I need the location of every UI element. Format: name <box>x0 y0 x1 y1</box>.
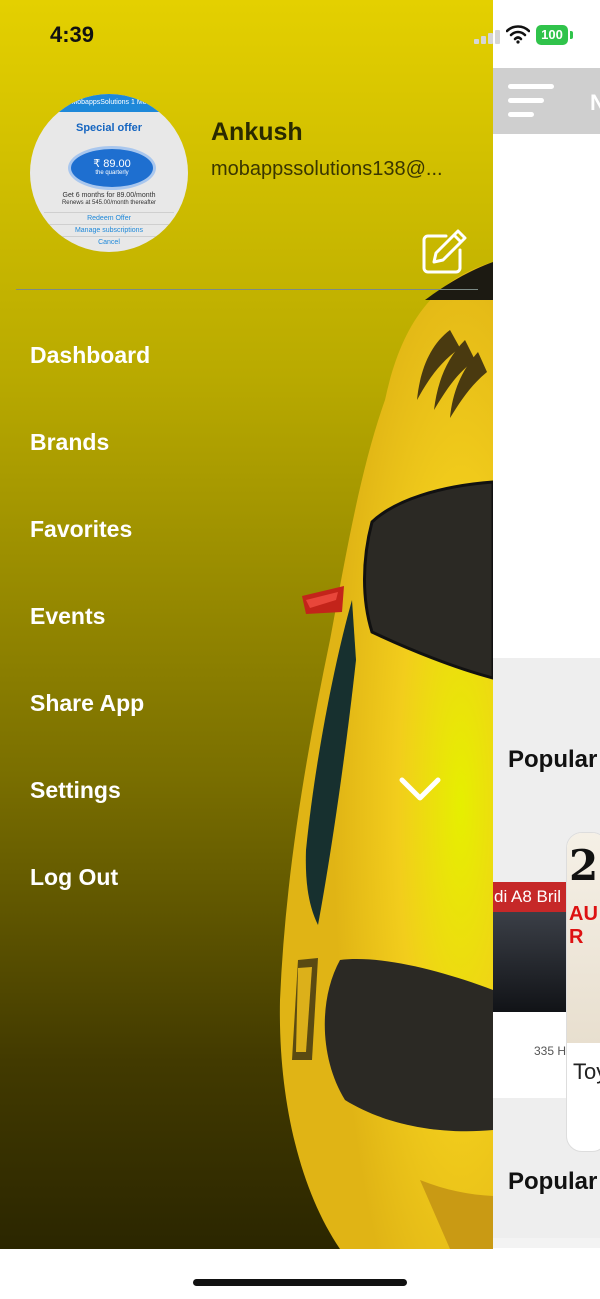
edit-icon <box>422 229 467 274</box>
avatar[interactable]: MobappsSolutions 1 Mo Special offer ₹ 89… <box>30 94 188 252</box>
listing-card[interactable]: 2 AUR Toy <box>566 832 600 1152</box>
menu-item-settings[interactable]: Settings <box>30 777 121 804</box>
user-name: Ankush <box>211 118 303 146</box>
battery-level: 100 <box>536 25 568 45</box>
signal-icon <box>474 28 502 44</box>
section-title-popular: Popular <box>508 1168 598 1195</box>
side-drawer: MobappsSolutions 1 Mo Special offer ₹ 89… <box>0 0 493 1249</box>
settings-expand-button[interactable] <box>396 772 444 806</box>
photo-button: Cancel <box>44 236 174 249</box>
home-indicator[interactable] <box>193 1279 407 1286</box>
background-strip <box>492 1238 600 1248</box>
card-image <box>492 912 570 1012</box>
battery-icon: 100 <box>536 25 574 45</box>
status-time: 4:39 <box>50 22 95 47</box>
divider <box>16 289 478 290</box>
wifi-icon <box>506 25 530 44</box>
menu-item-events[interactable]: Events <box>30 603 105 630</box>
card-meta: 335 H <box>534 1044 567 1058</box>
photo-title: Special offer <box>75 122 143 134</box>
photo-price-badge: ₹ 89.00 the quarterly <box>68 146 156 190</box>
photo-top-bar: MobappsSolutions 1 Mo <box>30 94 188 112</box>
photo-text: Renews at 545.00/month thereafter <box>61 200 157 206</box>
card-overlay-text: AU R <box>569 903 598 948</box>
photo-text: Get 6 months for 89.00/month <box>62 192 156 199</box>
card-overlay-text: 2 <box>569 841 599 890</box>
card-header: di A8 Bril <box>492 882 570 912</box>
listing-card[interactable]: di A8 Bril 335 H <box>492 882 570 1098</box>
menu-item-share-app[interactable]: Share App <box>30 690 144 717</box>
card-title: Toy <box>573 1059 600 1084</box>
menu-item-brands[interactable]: Brands <box>30 429 109 456</box>
status-bar: 4:39 100 <box>0 0 600 68</box>
background-nav-title: N <box>590 90 600 115</box>
menu-item-log-out[interactable]: Log Out <box>30 864 118 891</box>
hamburger-icon[interactable] <box>508 84 554 120</box>
menu-item-dashboard[interactable]: Dashboard <box>30 342 150 369</box>
chevron-down-icon <box>399 777 441 801</box>
menu-item-favorites[interactable]: Favorites <box>30 516 132 543</box>
edit-profile-button[interactable] <box>420 228 468 276</box>
user-email: mobappssolutions138@... <box>211 158 443 180</box>
section-title-popular: Popular <box>508 746 598 773</box>
